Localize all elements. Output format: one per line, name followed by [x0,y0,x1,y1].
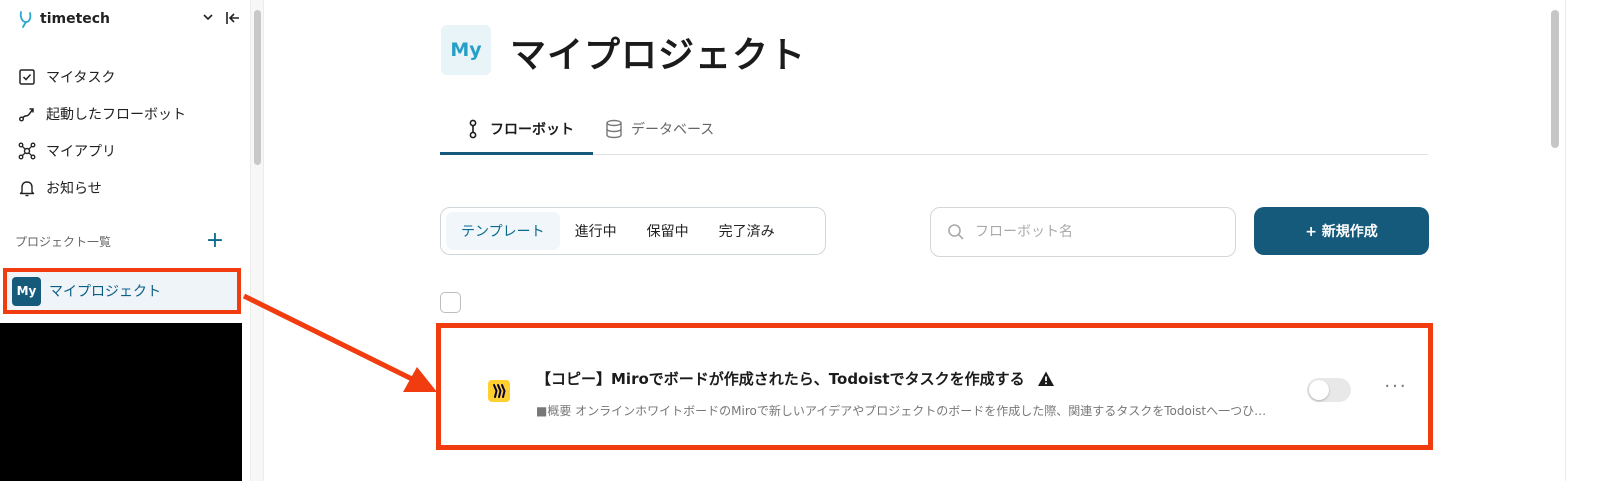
filter-completed[interactable]: 完了済み [704,212,790,250]
brand-name: timetech [40,11,111,27]
tab-label: フローボット [490,122,574,138]
add-project-button[interactable]: + [205,230,225,252]
sidebar-scrollbar[interactable] [254,10,261,165]
brand[interactable]: timetech [18,8,110,30]
flowbot-toggle[interactable] [1307,378,1351,402]
sidebar-item-my-apps[interactable]: マイアプリ [18,140,116,162]
sidebar-item-notifications[interactable]: お知らせ [18,177,102,199]
filter-in-progress[interactable]: 進行中 [560,212,632,250]
select-all-checkbox[interactable] [440,292,461,313]
flow-pin-icon [469,119,477,139]
page-badge: My [441,25,491,75]
miro-icon [488,380,510,402]
database-icon [606,119,622,139]
sidebar: timetech マイタスク 起動したフローボット マイアプリ お知らせ プロジ… [0,0,250,481]
sidebar-item-my-project[interactable]: My マイプロジェクト [3,268,241,314]
blank-panel [0,323,242,481]
sidebar-item-label: マイタスク [46,70,116,86]
flow-icon [19,108,34,122]
create-new-button[interactable]: + 新規作成 [1254,207,1429,255]
filter-on-hold[interactable]: 保留中 [632,212,704,250]
active-tab-indicator [440,152,593,155]
filter-template[interactable]: テンプレート [446,212,560,250]
sidebar-item-launched-flows[interactable]: 起動したフローボット [18,103,186,125]
bell-icon [19,181,35,197]
toggle-knob [1309,380,1329,400]
tab-database[interactable]: データベース [605,111,714,147]
sidebar-item-label: お知らせ [46,181,102,197]
chevron-down-icon[interactable] [201,10,215,24]
page-title: マイプロジェクト [510,35,807,76]
project-badge: My [12,276,41,306]
flowbot-title[interactable]: 【コピー】Miroでボードが作成されたら、Todoistでタスクを作成する [536,368,1055,389]
search-icon [948,224,964,240]
tab-bar: フローボット データベース [440,105,1428,155]
apps-icon [18,142,36,160]
collapse-sidebar-icon[interactable] [224,9,242,27]
sidebar-item-my-tasks[interactable]: マイタスク [18,66,115,88]
flowbot-card[interactable]: 【コピー】Miroでボードが作成されたら、Todoistでタスクを作成する ■概… [436,323,1433,450]
more-options-button[interactable]: ··· [1381,376,1411,400]
checkbox-icon [19,69,35,85]
status-filter-group: テンプレート 進行中 保留中 完了済み [440,207,826,255]
main-scrollbar[interactable] [1551,10,1559,148]
search-box [930,207,1236,257]
warning-icon [1037,371,1054,386]
tab-flowbot[interactable]: フローボット [464,111,574,147]
window-edge [1565,0,1600,481]
tab-label: データベース [631,122,715,138]
sidebar-item-label: マイアプリ [46,144,116,160]
sidebar-item-label: 起動したフローボット [46,107,186,123]
project-list-label: プロジェクト一覧 [15,235,112,249]
project-label: マイプロジェクト [49,284,161,300]
search-input[interactable] [975,224,1215,240]
flowbot-description: ■概要 オンラインホワイトボードのMiroで新しいアイデアやプロジェクトのボード… [536,404,1267,418]
timetech-logo-icon [19,11,32,28]
flowbot-title-text: 【コピー】Miroでボードが作成されたら、Todoistでタスクを作成する [536,370,1025,388]
